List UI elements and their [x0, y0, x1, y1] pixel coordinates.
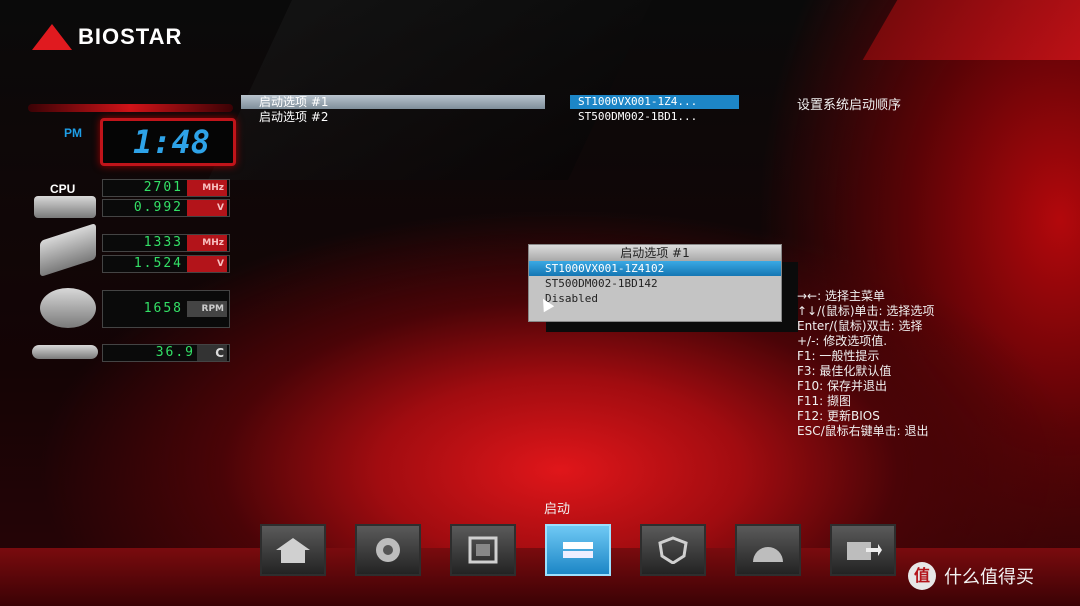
help-line: F10: 保存并退出: [797, 379, 888, 393]
popup-title: 启动选项 #1: [529, 245, 781, 261]
popup-option[interactable]: ST1000VX001-1Z4102: [529, 261, 781, 276]
boot-option-1-row[interactable]: 启动选项 #1: [241, 95, 545, 109]
clock-time: 1:48: [133, 123, 211, 161]
help-line: F1: 一般性提示: [797, 349, 880, 363]
clock-display: 1:48: [100, 118, 236, 166]
tab-home[interactable]: [260, 524, 326, 576]
background-decoration: [862, 0, 1080, 60]
temp-readout: 36.9 C: [102, 344, 230, 362]
help-line: F3: 最佳化默认值: [797, 364, 892, 378]
tab-security[interactable]: [640, 524, 706, 576]
boot-option-1-value[interactable]: ST1000VX001-1Z4...: [570, 95, 739, 109]
memory-module-icon: [40, 222, 96, 278]
popup-option[interactable]: ST500DM002-1BD142: [529, 276, 781, 291]
brand-name: BIOSTAR: [78, 24, 183, 49]
cpu-chip-icon: [34, 196, 96, 218]
mem-freq-readout: 1333 MHz: [102, 234, 230, 252]
help-line: F12: 更新BIOS: [797, 409, 880, 423]
help-line: Enter/(鼠标)双击: 选择: [797, 319, 923, 333]
security-shield-icon: [658, 536, 688, 564]
cpu-volt-value: 0.992: [133, 200, 183, 215]
help-line: →←: 选择主菜单: [797, 289, 885, 303]
tab-exit[interactable]: [830, 524, 896, 576]
cpu-freq-readout: 2701 MHz: [102, 179, 230, 197]
popup-option[interactable]: Disabled: [529, 291, 781, 306]
mem-freq-value: 1333: [143, 235, 183, 250]
thermometer-icon: [32, 345, 98, 359]
home-icon: [276, 538, 310, 563]
boot-option-2-label: 启动选项 #2: [259, 110, 329, 124]
watermark: 值 什么值得买: [908, 562, 1034, 590]
mem-volt-value: 1.524: [133, 256, 183, 271]
background-decoration: [208, 0, 652, 180]
speedometer-icon: [753, 547, 783, 562]
overclock-icon: [376, 538, 400, 562]
tab-overclock[interactable]: [355, 524, 421, 576]
temp-unit: C: [197, 345, 227, 361]
boot-drive-icon: [563, 542, 593, 558]
tab-chipset[interactable]: [450, 524, 516, 576]
chipset-icon: [468, 536, 498, 564]
mem-volt-unit: V: [187, 256, 227, 272]
temp-value: 36.9: [155, 345, 195, 360]
brand-logo: BIOSTAR: [32, 24, 182, 50]
help-line: ESC/鼠标右键单击: 退出: [797, 424, 929, 438]
panel-divider: [28, 104, 233, 112]
help-description: 设置系统启动顺序: [797, 98, 902, 113]
cpu-freq-value: 2701: [143, 180, 183, 195]
fan-icon: [40, 288, 96, 328]
cpu-volt-readout: 0.992 V: [102, 199, 230, 217]
watermark-text: 什么值得买: [944, 567, 1034, 588]
tab-boot[interactable]: [545, 524, 611, 576]
boot-option-popup[interactable]: 启动选项 #1 ST1000VX001-1Z4102 ST500DM002-1B…: [528, 244, 782, 322]
boot-option-1-label: 启动选项 #1: [259, 95, 329, 109]
watermark-logo-icon: 值: [908, 562, 936, 590]
help-line: F11: 撷图: [797, 394, 852, 408]
boot-option-2-value[interactable]: ST500DM002-1BD1...: [570, 110, 739, 124]
fan-rpm-value: 1658: [143, 301, 183, 316]
exit-folder-icon: [847, 542, 882, 560]
mem-volt-readout: 1.524 V: [102, 255, 230, 273]
cpu-label: CPU: [50, 182, 76, 196]
clock-period: PM: [64, 126, 82, 140]
cpu-volt-unit: V: [187, 200, 227, 216]
boot-option-2-row[interactable]: 启动选项 #2: [241, 110, 545, 124]
help-line: ↑↓/(鼠标)单击: 选择选项: [797, 304, 935, 318]
fan-rpm-unit: RPM: [187, 301, 227, 317]
fan-readout: 1658 RPM: [102, 290, 230, 328]
active-tab-label: 启动: [544, 502, 571, 517]
biostar-star-icon: [32, 24, 72, 50]
mem-freq-unit: MHz: [187, 235, 227, 251]
tab-tools[interactable]: [735, 524, 801, 576]
help-line: +/-: 修改选项值.: [797, 334, 888, 348]
key-help-panel: →←: 选择主菜单 ↑↓/(鼠标)单击: 选择选项 Enter/(鼠标)双击: …: [797, 289, 1067, 439]
cpu-freq-unit: MHz: [187, 180, 227, 196]
